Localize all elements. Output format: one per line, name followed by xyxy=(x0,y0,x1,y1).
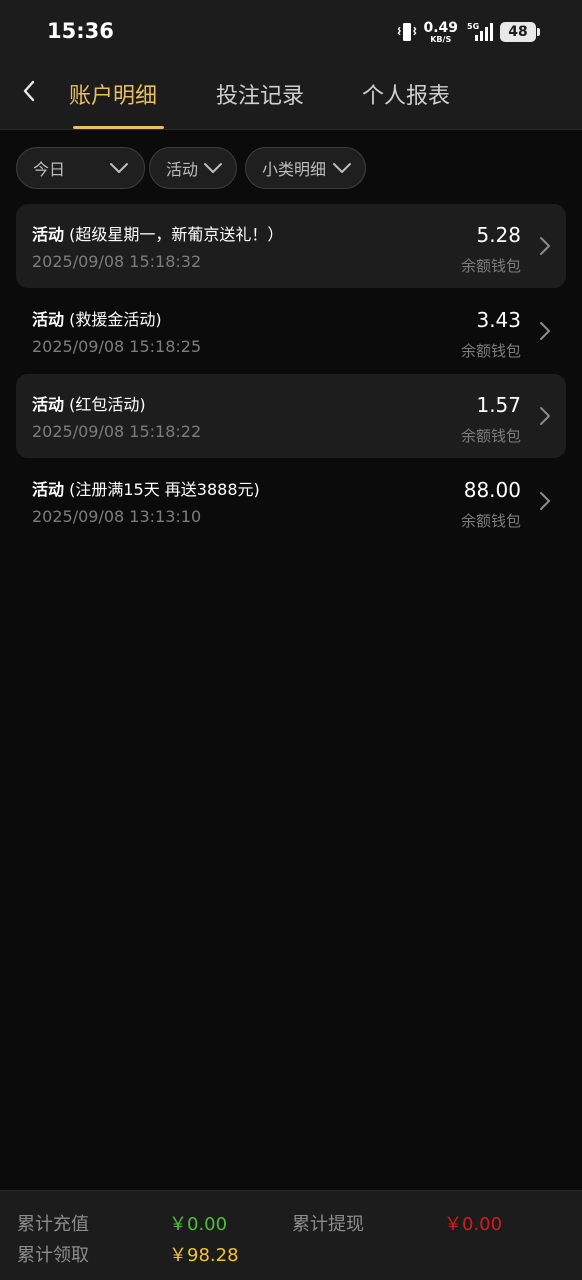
net-speed-value: 0.49 xyxy=(423,19,458,36)
record-title: 活动 (救援金活动) xyxy=(32,306,162,330)
list-item[interactable]: 活动 (红包活动) 2025/09/08 15:18:22 1.57 余额钱包 xyxy=(16,374,566,458)
tab-bet-records[interactable]: 投注记录 xyxy=(216,78,304,110)
active-tab-indicator xyxy=(73,126,164,129)
chevron-down-icon xyxy=(333,163,351,173)
record-time: 2025/09/08 15:18:22 xyxy=(32,422,202,441)
total-deposit-label: 累计充值 xyxy=(17,1214,89,1235)
filter-date-dropdown[interactable]: 今日 xyxy=(16,147,145,189)
record-time: 2025/09/08 15:18:25 xyxy=(32,337,202,356)
total-claim-label: 累计领取 xyxy=(17,1245,89,1266)
list-item[interactable]: 活动 (注册满15天 再送3888元) 2025/09/08 13:13:10 … xyxy=(16,459,566,543)
record-title: 活动 (红包活动) xyxy=(32,391,146,415)
filter-type-label: 活动 xyxy=(166,160,199,179)
chevron-down-icon xyxy=(204,163,222,173)
chevron-right-icon xyxy=(540,322,550,340)
net-speed: 0.49 KB/S xyxy=(423,21,458,44)
record-time: 2025/09/08 13:13:10 xyxy=(32,507,202,526)
svg-text:5G: 5G xyxy=(467,22,479,31)
battery-level: 48 xyxy=(508,24,528,40)
vibrate-icon xyxy=(398,23,417,41)
record-detail: (超级星期一，新葡京送礼！） xyxy=(69,225,284,244)
total-claim-value: ￥98.28 xyxy=(169,1245,239,1266)
net-speed-unit: KB/S xyxy=(430,34,452,44)
record-wallet: 余额钱包 xyxy=(460,512,521,530)
record-title: 活动 (注册满15天 再送3888元) xyxy=(32,476,260,500)
battery-icon: 48 xyxy=(500,22,540,42)
record-amount: 3.43 xyxy=(476,308,521,332)
status-time: 15:36 xyxy=(47,19,114,43)
filter-subcategory-dropdown[interactable]: 小类明细 xyxy=(245,147,366,189)
filter-type-dropdown[interactable]: 活动 xyxy=(149,147,237,189)
total-withdraw-value: ￥0.00 xyxy=(444,1214,503,1235)
chevron-left-icon xyxy=(23,80,35,102)
record-detail: (红包活动) xyxy=(69,395,146,414)
record-category: 活动 xyxy=(32,480,65,499)
record-category: 活动 xyxy=(32,310,65,329)
list-item[interactable]: 活动 (救援金活动) 2025/09/08 15:18:25 3.43 余额钱包 xyxy=(16,289,566,373)
record-category: 活动 xyxy=(32,395,65,414)
record-wallet: 余额钱包 xyxy=(460,427,521,445)
record-amount: 88.00 xyxy=(463,478,521,502)
record-wallet: 余额钱包 xyxy=(460,257,521,275)
record-wallet: 余额钱包 xyxy=(460,342,521,360)
record-time: 2025/09/08 15:18:32 xyxy=(32,252,202,271)
record-title: 活动 (超级星期一，新葡京送礼！） xyxy=(32,221,283,245)
summary-footer: 累计充值 ￥0.00 累计提现 ￥0.00 累计领取 ￥98.28 xyxy=(0,1190,582,1280)
tab-personal-report[interactable]: 个人报表 xyxy=(362,78,450,110)
back-button[interactable] xyxy=(14,76,44,106)
record-category: 活动 xyxy=(32,225,65,244)
tab-account-details[interactable]: 账户明细 xyxy=(69,78,157,110)
list-item[interactable]: 活动 (超级星期一，新葡京送礼！） 2025/09/08 15:18:32 5.… xyxy=(16,204,566,288)
chevron-right-icon xyxy=(540,407,550,425)
status-icons: 0.49 KB/S 5G 48 xyxy=(397,20,540,44)
signal-5g-icon: 5G xyxy=(467,22,493,41)
filter-subcategory-label: 小类明细 xyxy=(262,160,327,179)
chevron-down-icon xyxy=(110,163,128,173)
chevron-right-icon xyxy=(540,492,550,510)
filter-date-label: 今日 xyxy=(33,160,66,179)
record-amount: 1.57 xyxy=(476,393,521,417)
total-withdraw-label: 累计提现 xyxy=(292,1214,364,1235)
record-detail: (注册满15天 再送3888元) xyxy=(69,480,260,499)
record-detail: (救援金活动) xyxy=(69,310,162,329)
chevron-right-icon xyxy=(540,237,550,255)
total-deposit-value: ￥0.00 xyxy=(169,1214,228,1235)
record-amount: 5.28 xyxy=(476,223,521,247)
status-bar: 15:36 0.49 KB/S 5G 48 xyxy=(0,0,582,64)
header: 账户明细 投注记录 个人报表 xyxy=(0,64,582,130)
